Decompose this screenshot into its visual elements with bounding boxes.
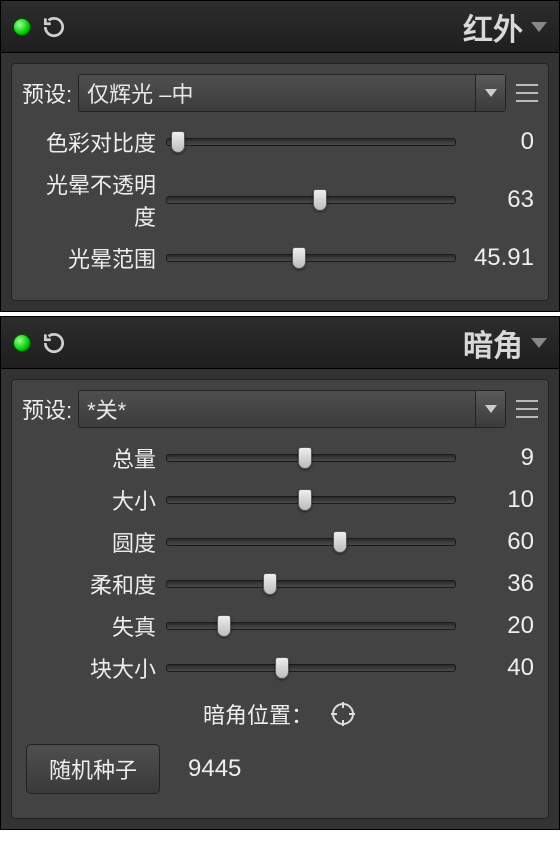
slider-track[interactable] bbox=[166, 249, 456, 267]
preset-row: 预设: 仅辉光 –中 bbox=[22, 74, 538, 112]
panel-header[interactable]: 暗角 bbox=[1, 317, 559, 369]
vignette-position-label: 暗角位置： bbox=[203, 698, 313, 730]
slider-track[interactable] bbox=[166, 133, 456, 151]
target-icon[interactable] bbox=[329, 700, 357, 728]
reset-icon[interactable] bbox=[41, 330, 67, 356]
slider-value[interactable]: 63 bbox=[456, 186, 534, 214]
slider-label: 块大小 bbox=[26, 652, 166, 684]
preset-row: 预设: *关* bbox=[22, 390, 538, 428]
slider-thumb[interactable] bbox=[292, 247, 306, 269]
slider-value[interactable]: 0 bbox=[456, 128, 534, 156]
panel-vignette: 暗角 预设: *关* 总量 9 大小 10 bbox=[0, 316, 560, 830]
slider-label: 失真 bbox=[26, 610, 166, 642]
slider-label: 大小 bbox=[26, 484, 166, 516]
preset-label: 预设: bbox=[22, 393, 72, 425]
slider-row: 圆度 60 bbox=[26, 526, 534, 558]
slider-row: 光晕范围 45.91 bbox=[26, 242, 534, 274]
slider-value[interactable]: 36 bbox=[456, 570, 534, 598]
chevron-down-icon[interactable] bbox=[531, 22, 547, 32]
enabled-indicator[interactable] bbox=[13, 334, 31, 352]
dropdown-arrow-icon bbox=[475, 391, 505, 427]
slider-label: 总量 bbox=[26, 442, 166, 474]
slider-thumb[interactable] bbox=[313, 189, 327, 211]
preset-select[interactable]: 仅辉光 –中 bbox=[78, 74, 506, 112]
slider-track[interactable] bbox=[166, 449, 456, 467]
slider-value[interactable]: 60 bbox=[456, 528, 534, 556]
slider-label: 圆度 bbox=[26, 526, 166, 558]
preset-value: 仅辉光 –中 bbox=[87, 77, 193, 109]
dropdown-arrow-icon bbox=[475, 75, 505, 111]
slider-row: 失真 20 bbox=[26, 610, 534, 642]
slider-label: 柔和度 bbox=[26, 568, 166, 600]
panel-infrared: 红外 预设: 仅辉光 –中 色彩对比度 0 bbox=[0, 0, 560, 312]
preset-value: *关* bbox=[87, 393, 126, 425]
slider-track[interactable] bbox=[166, 617, 456, 635]
slider-value[interactable]: 10 bbox=[456, 486, 534, 514]
seed-value[interactable]: 9445 bbox=[188, 755, 241, 783]
slider-row: 块大小 40 bbox=[26, 652, 534, 684]
slider-value[interactable]: 20 bbox=[456, 612, 534, 640]
slider-thumb[interactable] bbox=[275, 657, 289, 679]
slider-label: 色彩对比度 bbox=[26, 126, 166, 158]
slider-label: 光晕范围 bbox=[26, 242, 166, 274]
random-seed-button[interactable]: 随机种子 bbox=[26, 744, 160, 794]
slider-track[interactable] bbox=[166, 575, 456, 593]
slider-row: 色彩对比度 0 bbox=[26, 126, 534, 158]
panel-body: 预设: 仅辉光 –中 色彩对比度 0 光晕不透明度 bbox=[11, 63, 549, 301]
enabled-indicator[interactable] bbox=[13, 18, 31, 36]
seed-row: 随机种子 9445 bbox=[26, 744, 534, 794]
slider-thumb[interactable] bbox=[298, 447, 312, 469]
panel-header[interactable]: 红外 bbox=[1, 1, 559, 53]
slider-value[interactable]: 40 bbox=[456, 654, 534, 682]
slider-value[interactable]: 45.91 bbox=[456, 244, 534, 272]
slider-thumb[interactable] bbox=[263, 573, 277, 595]
slider-row: 柔和度 36 bbox=[26, 568, 534, 600]
slider-thumb[interactable] bbox=[171, 131, 185, 153]
slider-track[interactable] bbox=[166, 659, 456, 677]
panel-title: 红外 bbox=[67, 5, 531, 49]
slider-track[interactable] bbox=[166, 191, 456, 209]
preset-select[interactable]: *关* bbox=[78, 390, 506, 428]
slider-track[interactable] bbox=[166, 533, 456, 551]
slider-value[interactable]: 9 bbox=[456, 444, 534, 472]
slider-thumb[interactable] bbox=[217, 615, 231, 637]
slider-row: 大小 10 bbox=[26, 484, 534, 516]
chevron-down-icon[interactable] bbox=[531, 338, 547, 348]
slider-row: 光晕不透明度 63 bbox=[26, 168, 534, 232]
slider-row: 总量 9 bbox=[26, 442, 534, 474]
panel-body: 预设: *关* 总量 9 大小 10 圆度 60 bbox=[11, 379, 549, 819]
slider-label: 光晕不透明度 bbox=[26, 168, 166, 232]
preset-menu-icon[interactable] bbox=[516, 400, 538, 418]
reset-icon[interactable] bbox=[41, 14, 67, 40]
preset-label: 预设: bbox=[22, 77, 72, 109]
panel-title: 暗角 bbox=[67, 321, 531, 365]
slider-thumb[interactable] bbox=[333, 531, 347, 553]
slider-thumb[interactable] bbox=[298, 489, 312, 511]
slider-track[interactable] bbox=[166, 491, 456, 509]
preset-menu-icon[interactable] bbox=[516, 84, 538, 102]
vignette-position-row: 暗角位置： bbox=[22, 698, 538, 730]
